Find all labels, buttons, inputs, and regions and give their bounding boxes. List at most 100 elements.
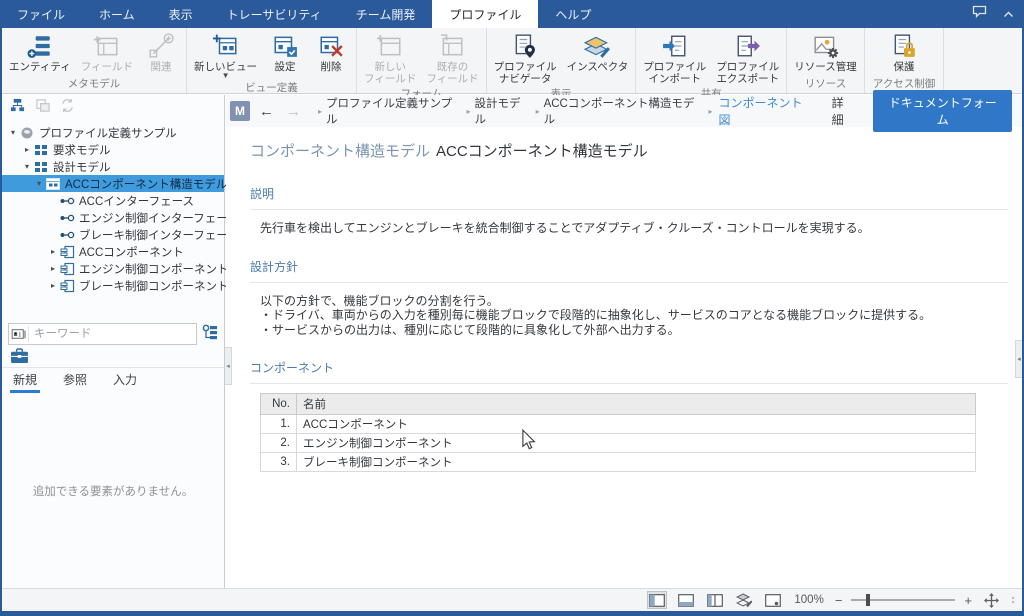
model-icon <box>33 160 49 174</box>
tree-item-label: ACCコンポーネント <box>79 244 184 260</box>
entity-button[interactable]: エンティティ <box>4 30 76 73</box>
inspector-toggle-icon[interactable] <box>734 591 754 609</box>
breadcrumb-item[interactable]: プロファイル定義サンプル <box>326 95 463 127</box>
tree-item-label: ブレーキ制御インターフェース <box>79 227 239 243</box>
tab-reference[interactable]: 参照 <box>62 369 88 390</box>
expander-icon[interactable] <box>47 264 59 273</box>
model-home-badge[interactable]: M <box>230 101 250 121</box>
view-settings-button[interactable]: 設定 <box>262 30 308 73</box>
policy-text[interactable]: 以下の方針で、機能ブロックの分割を行う。 ・ドライバ、車両からの入力を種別毎に機… <box>250 294 1008 338</box>
zoom-level-value[interactable]: 100% <box>794 594 823 606</box>
keyword-search-input[interactable] <box>29 328 196 340</box>
tree-item-label: エンジン制御コンポーネント <box>79 261 229 277</box>
zoom-slider-thumb[interactable] <box>866 594 870 606</box>
expander-icon[interactable] <box>33 179 45 188</box>
tab-input[interactable]: 入力 <box>112 369 138 390</box>
pan-tool-icon[interactable] <box>981 591 1001 609</box>
expander-icon[interactable] <box>21 162 33 171</box>
table-row[interactable]: 1. ACCコンポーネント <box>261 415 976 434</box>
column-header-no: No. <box>261 394 297 415</box>
profile-navigator-button[interactable]: プロファイル ナビゲータ <box>489 30 562 85</box>
button-label: 新しい <box>374 61 406 73</box>
zoom-in-icon[interactable]: + <box>964 593 972 608</box>
model-tree: プロファイル定義サンプル 要求モデル 設計モデル ACCコンポーネント構造モデル <box>2 124 224 294</box>
collapse-sidebar-handle[interactable]: ◂ <box>225 347 232 385</box>
menu-tab-profile[interactable]: プロファイル <box>432 0 538 28</box>
profile-export-button[interactable]: プロファイル エクスポート <box>711 30 784 85</box>
collapse-inspector-handle[interactable]: ◂ <box>1015 340 1022 378</box>
tree-item-design-model[interactable]: 設計モデル <box>2 158 224 175</box>
menu-tab-home[interactable]: ホーム <box>82 0 152 28</box>
relation-button: 関連 <box>138 30 184 73</box>
expander-icon[interactable] <box>21 145 33 154</box>
detail-view-link[interactable]: 詳細 <box>832 94 856 128</box>
forward-button[interactable]: → <box>283 104 304 119</box>
layout-navigator-view-button[interactable] <box>647 591 667 609</box>
description-text[interactable]: 先行車を検出してエンジンとブレーキを統合制御することでアダプティブ・クルーズ・コ… <box>250 221 1008 236</box>
empty-elements-message: 追加できる要素がありません。 <box>2 483 224 499</box>
tree-item-requirement-model[interactable]: 要求モデル <box>2 141 224 158</box>
row-number-cell: 1. <box>261 415 297 434</box>
tree-item-label: 設計モデル <box>53 159 111 175</box>
resize-grip[interactable] <box>1012 597 1014 603</box>
document-form: コンポーネント構造モデルACCコンポーネント構造モデル 説明 先行車を検出してエ… <box>226 127 1022 472</box>
tree-item-engine-component[interactable]: エンジン制御コンポーネント <box>2 260 224 277</box>
button-label: 設定 <box>275 61 296 73</box>
table-row[interactable]: 3. ブレーキ制御コンポーネント <box>261 453 976 472</box>
feedback-icon[interactable] <box>972 5 987 23</box>
layout-bottom-panel-button[interactable] <box>676 591 696 609</box>
expander-icon[interactable] <box>7 128 19 137</box>
document-form-button[interactable]: ドキュメントフォーム <box>873 90 1012 132</box>
tree-item-profile-sample[interactable]: プロファイル定義サンプル <box>2 124 224 141</box>
menu-tab-help[interactable]: ヘルプ <box>538 0 608 28</box>
zoom-slider[interactable] <box>851 593 955 607</box>
filter-hierarchy-icon[interactable] <box>202 324 218 345</box>
breadcrumb-item[interactable]: 設計モデル <box>475 95 532 127</box>
row-name-cell[interactable]: ACCコンポーネント <box>297 415 976 434</box>
tree-item-brake-component[interactable]: ブレーキ制御コンポーネント <box>2 277 224 294</box>
button-label: フィールド <box>426 73 478 85</box>
collapse-ribbon-icon[interactable] <box>1003 5 1014 23</box>
section-divider <box>250 383 1008 384</box>
menu-tab-team[interactable]: チーム開発 <box>339 0 433 28</box>
breadcrumb-item[interactable]: ACCコンポーネント構造モデル <box>544 95 705 127</box>
presentation-mode-icon[interactable] <box>763 591 783 609</box>
button-label: 関連 <box>151 61 172 73</box>
inspector-button[interactable]: インスペクタ <box>562 30 634 73</box>
menu-tab-traceability[interactable]: トレーサビリティ <box>210 0 339 28</box>
new-view-button[interactable]: 新しいビュー ▼ <box>189 30 262 79</box>
tree-item-brake-interface[interactable]: ブレーキ制御インターフェース <box>2 226 224 243</box>
menu-tab-file[interactable]: ファイル <box>0 0 82 28</box>
tree-item-acc-structure-model[interactable]: ACCコンポーネント構造モデル <box>2 175 224 192</box>
table-row[interactable]: 2. エンジン制御コンポーネント <box>261 434 976 453</box>
component-diagram-link[interactable]: コンポーネント図 <box>719 94 814 128</box>
zoom-out-icon[interactable]: − <box>835 593 843 608</box>
row-name-cell[interactable]: ブレーキ制御コンポーネント <box>297 453 976 472</box>
resource-manage-button[interactable]: リソース管理 <box>789 30 861 73</box>
tree-item-acc-component[interactable]: ACCコンポーネント <box>2 243 224 260</box>
tab-new[interactable]: 新規 <box>12 369 38 390</box>
button-label: 既存の <box>437 61 469 73</box>
view-delete-button[interactable]: 削除 <box>308 30 354 73</box>
tree-item-engine-interface[interactable]: エンジン制御インターフェース <box>2 209 224 226</box>
layout-split-view-button[interactable] <box>705 591 725 609</box>
statusbar: 100% − + <box>2 588 1022 611</box>
button-label: 保護 <box>894 61 915 73</box>
expander-icon[interactable] <box>47 247 59 256</box>
section-heading-components: コンポーネント <box>250 359 1008 376</box>
tree-item-label: ACCコンポーネント構造モデル <box>65 176 227 192</box>
profile-import-button[interactable]: プロファイル インポート <box>638 30 711 85</box>
profile-export-icon <box>735 33 761 59</box>
back-button[interactable]: ← <box>256 104 277 119</box>
toolbox-icon[interactable] <box>10 351 29 368</box>
button-label: フィールド <box>81 61 133 73</box>
row-number-cell: 2. <box>261 434 297 453</box>
protect-button[interactable]: 保護 <box>881 30 927 73</box>
breadcrumb-separator-icon <box>709 107 713 116</box>
expander-icon[interactable] <box>47 281 59 290</box>
menu-tab-view[interactable]: 表示 <box>152 0 210 28</box>
tree-item-label: エンジン制御インターフェース <box>79 210 239 226</box>
model-view-icon[interactable] <box>10 98 25 118</box>
row-name-cell[interactable]: エンジン制御コンポーネント <box>297 434 976 453</box>
tree-item-acc-interface[interactable]: ACCインターフェース <box>2 192 224 209</box>
